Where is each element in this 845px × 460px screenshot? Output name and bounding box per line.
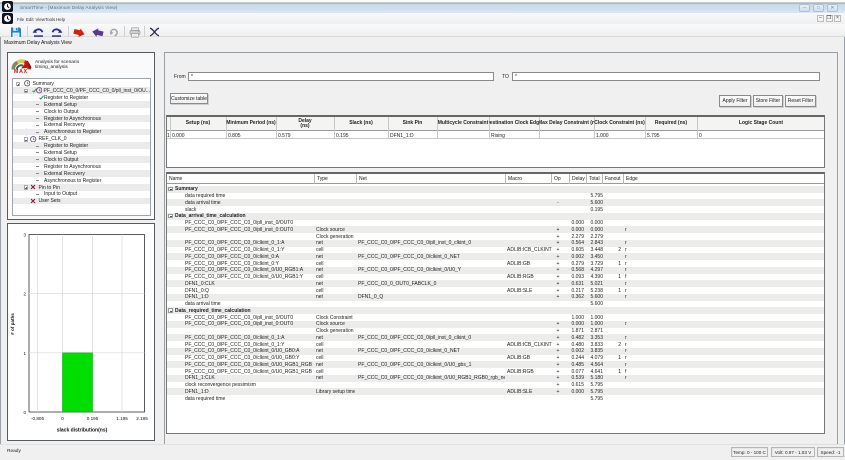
svg-text:slack distribution(ns): slack distribution(ns) — [57, 428, 108, 434]
svg-text:0: 0 — [61, 416, 64, 421]
svg-text:# of paths: # of paths — [10, 313, 15, 335]
svg-text:2.195: 2.195 — [136, 416, 148, 421]
svg-text:1.195: 1.195 — [116, 416, 128, 421]
svg-text:0: 0 — [23, 410, 26, 415]
svg-text:3: 3 — [23, 233, 26, 238]
svg-text:0.195: 0.195 — [87, 416, 99, 421]
svg-text:-0.805: -0.805 — [31, 416, 44, 421]
svg-text:2: 2 — [23, 292, 26, 297]
svg-text:1: 1 — [23, 351, 26, 356]
